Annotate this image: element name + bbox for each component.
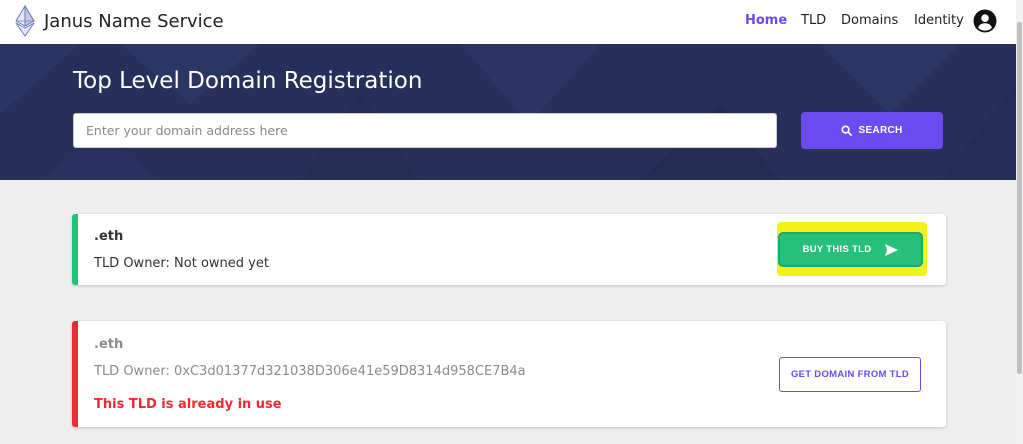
search-icon <box>841 125 853 136</box>
account-circle-icon[interactable] <box>973 9 997 33</box>
search-button-label: SEARCH <box>858 125 903 136</box>
tld-name: .eth <box>94 337 124 352</box>
tld-error-message: This TLD is already in use <box>94 397 282 412</box>
nav-tld[interactable]: TLD <box>801 13 826 28</box>
nav-home[interactable]: Home <box>745 13 787 28</box>
buy-tld-button-label: BUY THIS TLD <box>802 244 872 255</box>
nav-identity[interactable]: Identity <box>914 13 964 28</box>
nav-domains[interactable]: Domains <box>841 13 898 28</box>
buy-tld-button[interactable]: BUY THIS TLD <box>780 234 921 265</box>
ethereum-logo-icon[interactable] <box>14 5 36 37</box>
status-bar-taken <box>72 321 78 427</box>
domain-search-input[interactable] <box>73 113 777 148</box>
send-arrow-icon <box>885 243 899 256</box>
tld-owner: TLD Owner: Not owned yet <box>94 256 269 271</box>
tld-name: .eth <box>94 229 124 244</box>
search-button[interactable]: SEARCH <box>801 112 943 149</box>
status-bar-available <box>72 214 78 285</box>
get-domain-from-tld-button[interactable]: GET DOMAIN FROM TLD <box>779 357 921 392</box>
hero-banner: Top Level Domain Registration SEARCH <box>0 44 1016 180</box>
page-title: Top Level Domain Registration <box>73 68 423 94</box>
top-navbar: Janus Name Service Home TLD Domains Iden… <box>0 0 1016 44</box>
scrollbar-thumb[interactable] <box>1017 22 1022 374</box>
page-scrollbar[interactable] <box>1016 0 1023 444</box>
tld-owner: TLD Owner: 0xC3d01377d321038D306e41e59D8… <box>94 364 526 379</box>
brand-name[interactable]: Janus Name Service <box>44 11 224 32</box>
